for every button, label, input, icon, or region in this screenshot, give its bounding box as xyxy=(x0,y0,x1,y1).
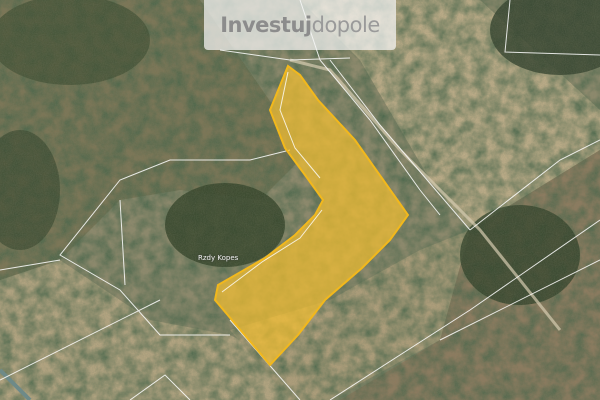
logo-text-part1: Investuj xyxy=(220,13,312,37)
watermark-logo: Investujdopole xyxy=(204,0,396,50)
map-imagery xyxy=(0,0,600,400)
place-label: Rzdy Kopes xyxy=(198,254,239,262)
satellite-map[interactable]: Investujdopole Rzdy Kopes xyxy=(0,0,600,400)
logo-text: Investujdopole xyxy=(220,13,380,37)
logo-text-part2: dopole xyxy=(311,13,381,37)
